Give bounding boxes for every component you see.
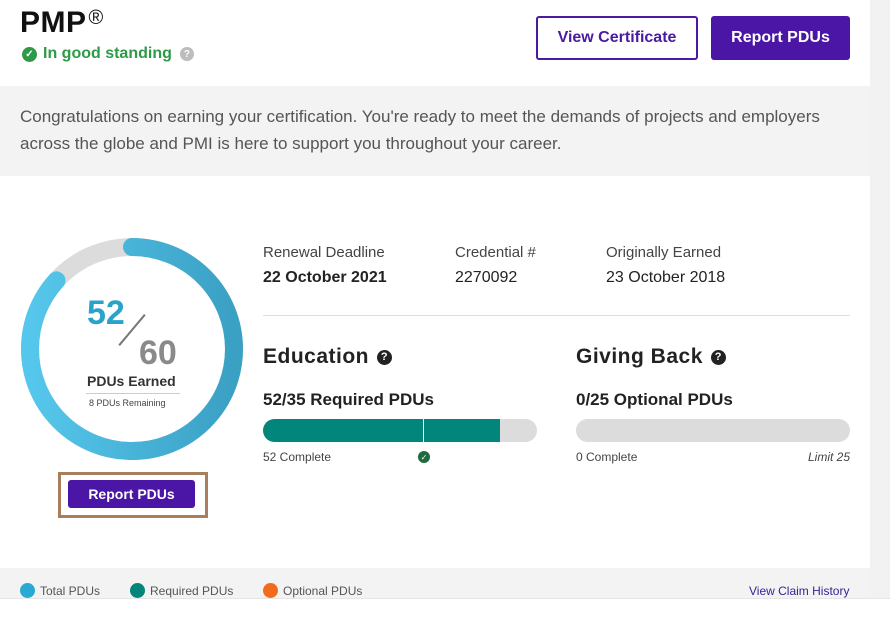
education-progress-bar: [263, 419, 537, 442]
optional-pdus-dot-icon: [263, 583, 278, 598]
congratulations-banner: Congratulations on earning your certific…: [0, 86, 870, 176]
report-pdus-button[interactable]: Report PDUs: [711, 16, 850, 60]
giving-back-limit: Limit 25: [808, 450, 851, 464]
certification-card: PMP ® ✓ In good standing ? View Certifica…: [0, 0, 870, 600]
credential-number-value: 2270092: [455, 269, 518, 286]
education-help-icon[interactable]: ?: [377, 349, 393, 365]
page-bottom-area: [0, 598, 890, 636]
legend-total-pdus: Total PDUs: [20, 583, 100, 598]
standing-label: In good standing: [43, 45, 172, 62]
report-pdus-small-button[interactable]: Report PDUs: [68, 480, 195, 508]
registered-mark: ®: [88, 7, 104, 29]
required-pdus-dot-icon: [130, 583, 145, 598]
giving-back-optional-pdus: 0/25 Optional PDUs: [576, 390, 733, 409]
renewal-deadline-value: 22 October 2021: [263, 269, 387, 286]
standing-status: ✓ In good standing ?: [22, 45, 194, 63]
view-certificate-button[interactable]: View Certificate: [536, 16, 698, 60]
pdus-remaining-label: 8 PDUs Remaining: [89, 398, 166, 408]
education-complete-caption: 52 Complete: [263, 450, 332, 464]
pdus-earned-count: 52: [87, 294, 125, 332]
giving-back-complete-caption: 0 Complete: [576, 450, 638, 464]
banner-text: Congratulations on earning your certific…: [20, 107, 820, 153]
pdus-total-count: 60: [139, 334, 177, 372]
giving-back-section-title: Giving Back ?: [576, 345, 726, 369]
donut-progress-arc: [21, 238, 243, 460]
renewal-deadline-label: Renewal Deadline: [263, 244, 385, 261]
requirement-met-icon: ✓: [418, 451, 430, 463]
page-title: PMP ®: [20, 6, 104, 39]
view-claim-history-link[interactable]: View Claim History: [749, 584, 849, 598]
giving-back-help-icon[interactable]: ?: [710, 349, 726, 365]
education-section-title: Education ?: [263, 345, 393, 369]
education-required-pdus: 52/35 Required PDUs: [263, 390, 435, 409]
giving-back-progress-bar: [576, 419, 850, 442]
check-circle-icon: ✓: [22, 46, 37, 62]
details-divider: [263, 315, 850, 316]
pdu-progress-donut: [21, 238, 243, 460]
credential-number-label: Credential #: [455, 244, 536, 261]
originally-earned-value: 23 October 2018: [606, 269, 726, 286]
legend-required-pdus: Required PDUs: [130, 583, 233, 598]
legend-optional-pdus: Optional PDUs: [263, 583, 362, 598]
originally-earned-label: Originally Earned: [606, 244, 722, 261]
education-progress-fill: [263, 419, 501, 442]
page-scroll-edge: [870, 0, 890, 600]
donut-divider: [86, 393, 180, 394]
total-pdus-dot-icon: [20, 583, 35, 598]
help-icon[interactable]: ?: [179, 47, 194, 61]
education-required-marker: [422, 419, 424, 442]
pdus-earned-label: PDUs Earned: [87, 373, 176, 389]
pdu-legend: Total PDUs Required PDUs Optional PDUs V…: [0, 568, 870, 598]
